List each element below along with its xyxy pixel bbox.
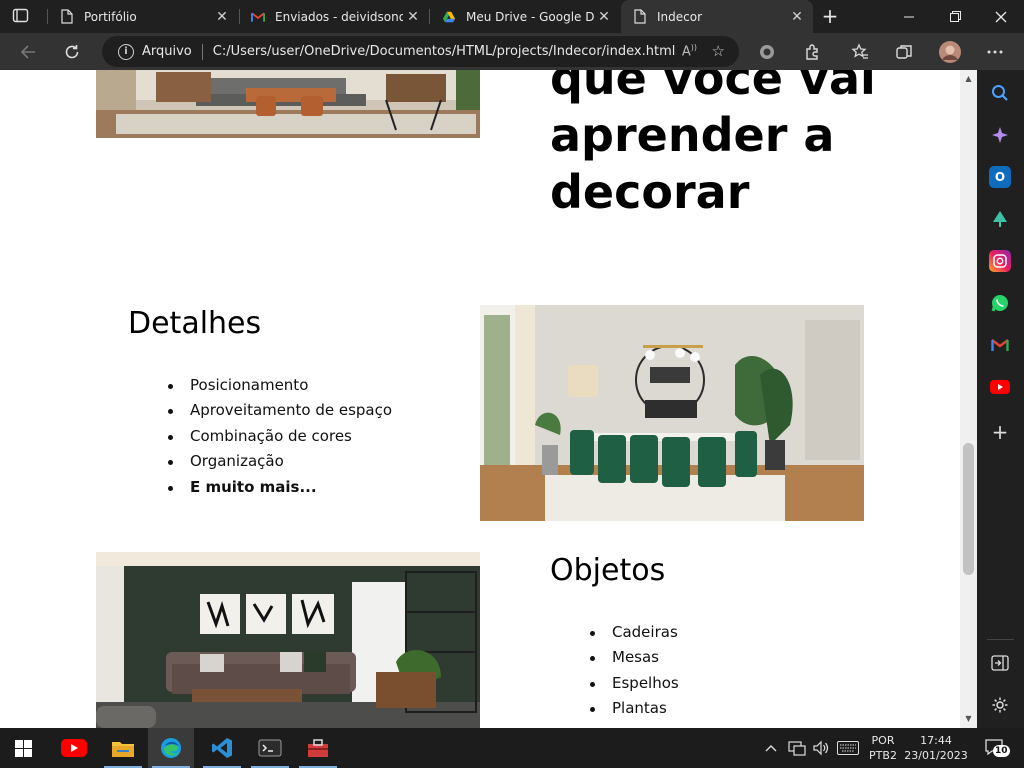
file-explorer-icon[interactable] <box>100 728 146 768</box>
extension-circle-icon[interactable] <box>752 37 782 67</box>
instagram-icon[interactable] <box>989 250 1011 272</box>
notification-count-badge: 10 <box>993 745 1010 757</box>
language-top: POR <box>871 734 895 747</box>
sidebar-settings-gear-icon[interactable] <box>989 694 1011 716</box>
page-icon <box>633 9 647 25</box>
google-drive-icon <box>442 9 456 25</box>
start-button[interactable] <box>0 728 46 768</box>
close-icon[interactable]: ✕ <box>403 9 423 25</box>
restore-button[interactable] <box>932 0 978 33</box>
add-favorite-icon[interactable]: ☆ <box>712 42 725 60</box>
profile-avatar[interactable] <box>935 37 965 67</box>
notification-center-button[interactable]: 10 <box>980 728 1010 768</box>
page-scrollbar[interactable]: ▲ ▼ <box>960 70 977 728</box>
list-item: Mesas <box>590 645 679 670</box>
youtube-icon[interactable] <box>989 376 1011 398</box>
address-bar[interactable]: i Arquivo C:/Users/user/OneDrive/Documen… <box>102 36 739 67</box>
language-indicator[interactable]: POR PTB2 <box>865 728 901 768</box>
hero-heading-line: decorar <box>550 165 750 219</box>
minimize-button[interactable] <box>886 0 932 33</box>
gmail-icon <box>251 9 265 25</box>
search-icon[interactable] <box>989 82 1011 104</box>
list-item: E muito mais... <box>168 475 392 500</box>
terminal-icon[interactable] <box>247 728 293 768</box>
hero-heading: que você vai aprender a decorar <box>550 70 910 221</box>
keyboard-icon[interactable] <box>837 728 859 768</box>
clock-time: 17:44 <box>920 734 952 747</box>
whatsapp-icon[interactable] <box>989 292 1011 314</box>
copilot-sparkle-icon[interactable] <box>989 124 1011 146</box>
favorites-icon[interactable] <box>845 37 875 67</box>
browser-toolbar: i Arquivo C:/Users/user/OneDrive/Documen… <box>0 33 1024 70</box>
objetos-list: Cadeiras Mesas Espelhos Plantas <box>590 620 679 722</box>
hero-heading-line: que você vai <box>550 70 876 105</box>
page-viewport: que você vai aprender a decorar Detalhes… <box>0 70 960 728</box>
youtube-taskbar-icon[interactable] <box>51 728 97 768</box>
close-icon[interactable]: ✕ <box>594 9 614 25</box>
list-item: Organização <box>168 449 392 474</box>
list-item: Cadeiras <box>590 620 679 645</box>
tab-google-drive[interactable]: Meu Drive - Google Drive ✕ <box>430 0 620 33</box>
close-icon[interactable]: ✕ <box>787 9 807 25</box>
gmail-icon[interactable] <box>989 334 1011 356</box>
edge-taskbar-icon[interactable] <box>148 728 194 768</box>
detalhes-title: Detalhes <box>128 306 262 341</box>
detalhes-list: Posicionamento Aproveitamento de espaço … <box>168 373 392 500</box>
settings-more-icon[interactable] <box>980 37 1010 67</box>
list-item: Aproveitamento de espaço <box>168 398 392 423</box>
games-tree-icon[interactable] <box>989 208 1011 230</box>
divider <box>201 43 203 60</box>
notification-icon: 10 <box>985 739 1010 757</box>
read-aloud-icon[interactable]: A)) <box>682 43 697 59</box>
page-icon <box>60 9 74 25</box>
edge-sidebar: O + <box>977 70 1024 728</box>
show-hidden-icons-chevron-icon[interactable] <box>764 728 778 768</box>
dining-room-photo <box>480 305 864 521</box>
scrollbar-thumb[interactable] <box>963 443 974 575</box>
tab-gmail[interactable]: Enviados - deividsonorn ✕ <box>239 0 429 33</box>
list-item: Plantas <box>590 696 679 721</box>
lounge-photo <box>96 552 480 728</box>
new-tab-button[interactable]: + <box>818 4 842 28</box>
language-bottom: PTB2 <box>869 749 897 762</box>
collections-icon[interactable] <box>889 37 919 67</box>
close-window-button[interactable] <box>978 0 1024 33</box>
clock-date: 23/01/2023 <box>904 749 968 762</box>
living-room-photo <box>96 70 480 138</box>
volume-icon[interactable] <box>812 728 830 768</box>
add-sidebar-app-icon[interactable]: + <box>989 420 1011 444</box>
scroll-up-arrow-icon[interactable]: ▲ <box>964 74 973 83</box>
tab-label: Enviados - deividsonorn <box>275 9 403 24</box>
windows-taskbar: POR PTB2 17:44 23/01/2023 10 <box>0 728 1024 768</box>
hero-heading-line: aprender a <box>550 108 835 162</box>
divider <box>987 639 1014 640</box>
back-button[interactable] <box>13 37 43 67</box>
toolbox-app-icon[interactable] <box>295 728 341 768</box>
tab-indecor[interactable]: Indecor ✕ <box>621 0 813 33</box>
list-item: Combinação de cores <box>168 424 392 449</box>
hide-sidebar-icon[interactable] <box>989 652 1011 674</box>
scroll-down-arrow-icon[interactable]: ▼ <box>964 714 973 723</box>
objetos-title: Objetos <box>550 553 666 588</box>
network-icon[interactable] <box>788 728 806 768</box>
close-icon[interactable]: ✕ <box>212 9 232 25</box>
site-scheme-label: Arquivo <box>142 44 192 59</box>
extensions-icon[interactable] <box>797 37 827 67</box>
list-item: Espelhos <box>590 671 679 696</box>
list-item: Posicionamento <box>168 373 392 398</box>
tab-bar: Portifólio ✕ Enviados - deividsonorn ✕ M… <box>0 0 1024 33</box>
refresh-button[interactable] <box>57 37 87 67</box>
tab-label: Portifólio <box>84 9 137 24</box>
outlook-icon[interactable]: O <box>989 166 1011 188</box>
vscode-icon[interactable] <box>199 728 245 768</box>
tab-actions-icon[interactable] <box>12 8 30 24</box>
clock[interactable]: 17:44 23/01/2023 <box>904 728 968 768</box>
tab-label: Meu Drive - Google Drive <box>466 9 594 24</box>
info-icon[interactable]: i <box>118 43 134 60</box>
url-text[interactable]: C:/Users/user/OneDrive/Documentos/HTML/p… <box>213 44 676 59</box>
tab-label: Indecor <box>657 9 703 24</box>
tab-portfolio[interactable]: Portifólio ✕ <box>48 0 238 33</box>
